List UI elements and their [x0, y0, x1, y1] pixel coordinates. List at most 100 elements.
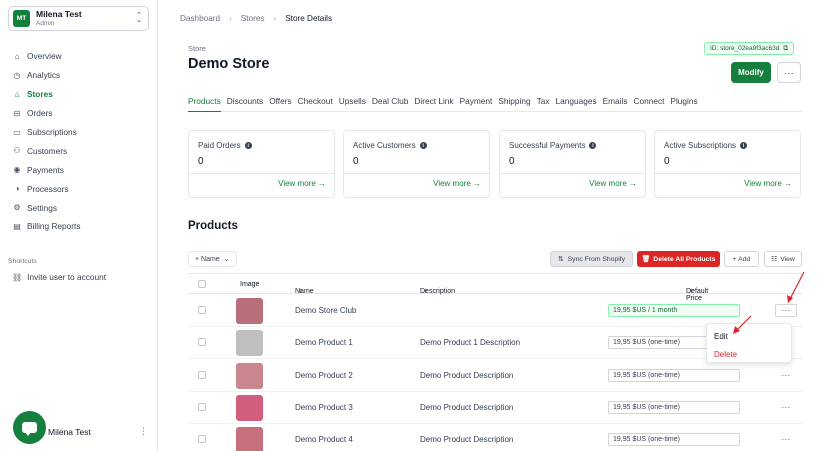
sidebar-item-orders[interactable]: ⊟ Orders [12, 104, 81, 123]
product-name[interactable]: Demo Product 1 [295, 338, 353, 347]
more-actions-button[interactable]: ··· [777, 62, 801, 83]
sidebar-item-processors[interactable]: ◑ Processors [12, 179, 81, 198]
shortcuts-heading: Shortcuts [8, 258, 37, 265]
tab-plugins[interactable]: Plugins [670, 92, 697, 112]
sidebar-item-stores[interactable]: ⌂ Stores [12, 85, 81, 104]
product-description: Demo Product Description [420, 435, 514, 444]
table-row[interactable]: Demo Product 2 Demo Product Description … [188, 360, 802, 392]
tab-products[interactable]: Products [188, 92, 221, 112]
row-actions-button[interactable]: ··· [775, 433, 797, 446]
menu-item-delete[interactable]: Delete [714, 350, 737, 359]
stat-label: Successful Payments [509, 141, 586, 150]
product-thumbnail [236, 427, 263, 451]
sort-icon: ⇕ [689, 289, 695, 295]
stat-value: 0 [509, 156, 515, 167]
tab-checkout[interactable]: Checkout [298, 92, 333, 112]
column-image: Image [240, 281, 260, 288]
product-name[interactable]: Demo Product 2 [295, 371, 353, 380]
sidebar-item-billing-reports[interactable]: ▤ Billing Reports [12, 217, 81, 236]
breadcrumb-dashboard[interactable]: Dashboard [180, 14, 220, 23]
sidebar-item-label: Billing Reports [27, 221, 81, 232]
filter-label: + Name [195, 255, 220, 263]
store-tabs: Products Discounts Offers Checkout Upsel… [188, 92, 802, 112]
sidebar-item-overview[interactable]: ⌂ Overview [12, 47, 81, 66]
sidebar-item-label: Overview [27, 51, 62, 62]
table-row[interactable]: Demo Product 4 Demo Product Description … [188, 424, 802, 451]
sidebar-nav: ⌂ Overview ◷ Analytics ⌂ Stores ⊟ Orders ▭ Su… [12, 47, 81, 236]
org-name: Milena Test [36, 9, 82, 20]
store-icon: ⌂ [14, 89, 20, 99]
product-thumbnail [236, 363, 263, 389]
tab-payment[interactable]: Payment [460, 92, 493, 112]
name-filter-button[interactable]: + Name ⌄ [188, 251, 237, 267]
tab-languages[interactable]: Languages [556, 92, 597, 112]
tab-connect[interactable]: Connect [634, 92, 665, 112]
sync-shopify-button[interactable]: ⇅ Sync From Shopify [550, 251, 633, 267]
clock-icon: ◷ [13, 70, 21, 80]
sidebar: MT Milena Test Admin ⌃ ⌄ ⌂ Overview ◷ Analy… [0, 0, 158, 451]
row-actions-button[interactable]: ··· [775, 369, 797, 382]
stat-label: Active Subscriptions [664, 141, 737, 150]
sidebar-item-label: Payments [27, 164, 64, 175]
product-name[interactable]: Demo Product 4 [295, 435, 353, 444]
sidebar-item-analytics[interactable]: ◷ Analytics [12, 66, 81, 85]
sync-icon: ⇅ [557, 256, 564, 263]
tab-offers[interactable]: Offers [269, 92, 291, 112]
shortcut-invite-user[interactable]: ⛓ Invite user to account [12, 272, 106, 282]
sidebar-item-customers[interactable]: ⚇ Customers [12, 141, 81, 160]
breadcrumb-stores[interactable]: Stores [241, 14, 265, 23]
sidebar-item-subscriptions[interactable]: ▭ Subscriptions [12, 123, 81, 142]
product-name[interactable]: Demo Store Club [295, 306, 356, 315]
tab-emails[interactable]: Emails [603, 92, 628, 112]
row-actions-button[interactable]: ··· [775, 304, 797, 317]
processor-icon: ◑ [14, 184, 20, 194]
delete-all-products-button[interactable]: 🗑 Delete All Products [637, 251, 720, 267]
tab-tax[interactable]: Tax [537, 92, 550, 112]
sidebar-item-label: Stores [27, 89, 53, 100]
copy-icon[interactable]: ⧉ [783, 45, 788, 53]
sort-icon: ⇕ [423, 289, 429, 295]
view-more-link[interactable]: View more → [500, 173, 645, 188]
shortcut-label: Invite user to account [27, 272, 107, 282]
chevron-right-icon: › [273, 14, 277, 23]
chevron-right-icon: › [229, 14, 232, 23]
breadcrumb-current: Store Details [285, 14, 333, 23]
chat-button[interactable] [13, 411, 46, 444]
view-more-link[interactable]: View more → [344, 173, 489, 188]
info-icon: i [419, 142, 427, 149]
kebab-icon[interactable]: ⋮ [139, 426, 148, 437]
row-checkbox[interactable] [198, 338, 206, 346]
sidebar-item-label: Customers [27, 145, 68, 156]
user-name: Milena Test [48, 426, 91, 437]
view-more-link[interactable]: View more → [189, 173, 334, 188]
breadcrumb: Dashboard › Stores › Store Details [180, 14, 332, 23]
row-checkbox[interactable] [198, 403, 206, 411]
row-checkbox[interactable] [198, 371, 206, 379]
view-options-button[interactable]: ☷ View [764, 251, 802, 267]
sidebar-item-payments[interactable]: ◉ Payments [12, 160, 81, 179]
tab-discounts[interactable]: Discounts [227, 92, 263, 112]
tab-deal-club[interactable]: Deal Club [372, 92, 408, 112]
row-actions-button[interactable]: ··· [775, 401, 797, 414]
user-icon: ⚇ [13, 146, 21, 156]
product-name[interactable]: Demo Product 3 [295, 403, 353, 412]
stat-value: 0 [198, 156, 204, 167]
store-id-badge[interactable]: ID: store_02ea9f3ac63d ⧉ [704, 42, 795, 55]
row-checkbox[interactable] [198, 306, 206, 314]
add-product-button[interactable]: + Add [724, 251, 759, 267]
menu-item-edit[interactable]: Edit [714, 332, 728, 341]
sidebar-item-settings[interactable]: ⚙ Settings [12, 198, 81, 217]
sidebar-item-label: Processors [27, 183, 69, 194]
table-row[interactable]: Demo Product 3 Demo Product Description … [188, 392, 802, 424]
tab-upsells[interactable]: Upsells [339, 92, 366, 112]
modify-button[interactable]: Modify [731, 62, 771, 83]
tab-direct-link[interactable]: Direct Link [414, 92, 453, 112]
sidebar-item-label: Orders [27, 108, 53, 119]
sort-icon: ⇕ [298, 289, 304, 295]
select-all-checkbox[interactable] [198, 280, 206, 288]
products-heading: Products [188, 220, 238, 232]
tab-shipping[interactable]: Shipping [498, 92, 530, 112]
view-more-link[interactable]: View more → [655, 173, 800, 188]
row-checkbox[interactable] [198, 435, 206, 443]
org-switcher[interactable]: MT Milena Test Admin ⌃ ⌄ [8, 6, 149, 31]
